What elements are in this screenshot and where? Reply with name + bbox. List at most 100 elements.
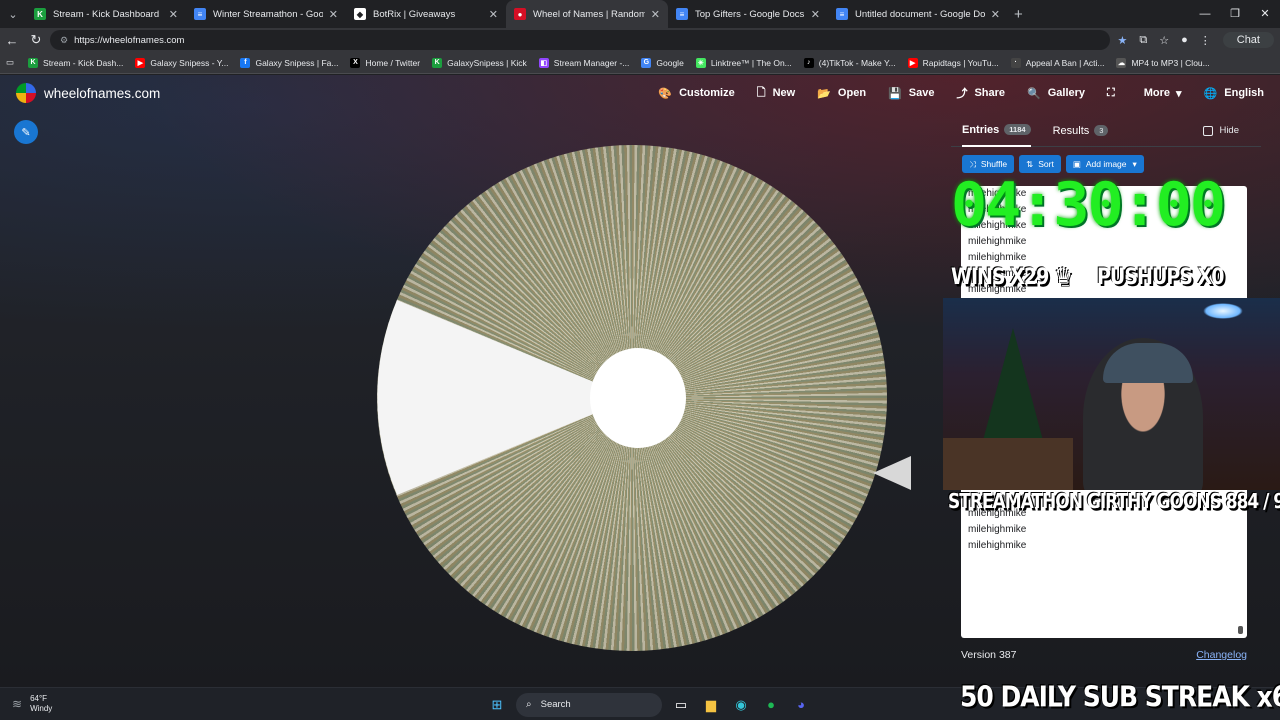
edge-icon[interactable]: ◉	[729, 694, 753, 716]
browser-tab[interactable]: ≡ Winter Streamathon - Google Docs ✕	[186, 0, 346, 28]
spin-wheel[interactable]	[377, 145, 887, 651]
hide-checkbox[interactable]	[1203, 125, 1214, 136]
browser-tab[interactable]: K Stream - Kick Dashboard ✕	[26, 0, 186, 28]
bookmark-favicon: ▶	[135, 57, 146, 68]
profile-avatar[interactable]: ●	[1181, 34, 1188, 46]
chevron-down-icon: ▾	[1132, 158, 1137, 169]
weather-widget[interactable]: ≋ 64°F Windy	[12, 694, 52, 714]
globe-icon: 🌐	[1203, 87, 1218, 100]
image-icon: ▣	[1072, 158, 1081, 169]
close-tab-icon[interactable]: ✕	[169, 8, 178, 21]
discord-icon[interactable]: ◕	[789, 694, 813, 716]
file-explorer-icon[interactable]: ▆	[699, 694, 723, 716]
spotify-icon[interactable]: ●	[759, 694, 783, 716]
new-tab-icon[interactable]: +	[1014, 6, 1023, 23]
menu-item-customize[interactable]: 🎨 Customize	[658, 87, 734, 100]
chevron-down-icon: ▾	[1176, 87, 1182, 100]
menu-item-gallery[interactable]: 🔍 Gallery	[1027, 87, 1085, 100]
bookmark-item[interactable]: ▶ Galaxy Snipess - Y...	[135, 57, 229, 68]
menu-item-label: Customize	[679, 87, 735, 99]
task-view-icon[interactable]: ▭	[669, 694, 693, 716]
close-window-icon[interactable]: ✕	[1250, 0, 1280, 28]
window-controls: — ❐ ✕	[1190, 0, 1280, 28]
browser-tab[interactable]: ◆ BotRix | Giveaways ✕	[346, 0, 506, 28]
menu-item-english[interactable]: 🌐 English	[1204, 87, 1264, 100]
hide-toggle[interactable]: Hide	[1203, 125, 1239, 136]
version-label: Version 387	[961, 649, 1017, 661]
tab-search-icon[interactable]: ⌄	[0, 0, 26, 28]
wheel-hub[interactable]	[590, 348, 686, 448]
tab-results[interactable]: Results 3	[1053, 115, 1109, 147]
bookmark-favicon: G	[641, 57, 652, 68]
tab-title: Winter Streamathon - Google Docs	[213, 8, 323, 20]
site-logo[interactable]: wheelofnames.com	[16, 83, 160, 103]
bookmark-item[interactable]: ◧ Stream Manager -...	[538, 57, 629, 68]
bookmark-item[interactable]: K Stream - Kick Dash...	[28, 57, 123, 68]
menu-item-fullscreen[interactable]: ⛶	[1107, 87, 1122, 100]
chat-label: Chat	[1236, 34, 1260, 46]
menu-item-label: More	[1143, 87, 1171, 99]
chat-button[interactable]: Chat	[1222, 32, 1274, 48]
minimize-icon[interactable]: —	[1190, 0, 1220, 28]
tab-title: Wheel of Names | Random name	[533, 8, 645, 20]
tab-favicon: K	[34, 8, 46, 20]
scrollbar-thumb[interactable]	[1238, 626, 1243, 634]
bookmark-label: Home / Twitter	[365, 57, 421, 68]
shuffle-label: Shuffle	[980, 159, 1008, 169]
reload-icon[interactable]: ↻	[24, 32, 48, 48]
sub-streak-banner: 50 DAILY SUB STREAK x68	[960, 679, 1280, 714]
wins-counter: WINS X29 ♛	[951, 262, 1072, 290]
entry-line: milehighmike	[968, 524, 1027, 535]
search-icon: ⌕	[526, 699, 532, 710]
taskbar-search[interactable]: ⌕ Search	[516, 692, 662, 717]
tab-favicon: ◆	[354, 8, 366, 20]
tab-entries[interactable]: Entries 1184	[962, 115, 1031, 147]
start-icon[interactable]: ⊞	[485, 694, 509, 716]
bookmark-item[interactable]: · Appeal A Ban | Acti...	[1010, 57, 1104, 68]
bookmark-item[interactable]: ♪ (4)TikTok - Make Y...	[803, 57, 896, 68]
close-tab-icon[interactable]: ✕	[329, 8, 338, 21]
favorites-icon[interactable]: ☆	[1159, 34, 1169, 47]
tab-results-label: Results	[1052, 124, 1090, 137]
wheel-logo-icon	[16, 83, 36, 103]
menu-item-share[interactable]: ⤴ Share	[956, 85, 1005, 101]
site-info-icon[interactable]: ⚙	[60, 35, 68, 46]
weather-condition: Windy	[30, 704, 53, 713]
menu-item-open[interactable]: 📂 Open	[817, 87, 866, 100]
edit-pencil-icon[interactable]: ✎	[14, 120, 38, 144]
bookmark-item[interactable]: ☁ MP4 to MP3 | Clou...	[1116, 57, 1210, 68]
bookmark-item[interactable]: ▶ Rapidtags | YouTu...	[907, 57, 999, 68]
palette-icon: 🎨	[658, 87, 673, 100]
bookmark-label: GalaxySnipess | Kick	[447, 57, 527, 68]
close-tab-icon[interactable]: ✕	[651, 8, 660, 21]
restore-icon[interactable]: ❐	[1220, 0, 1250, 28]
menu-item-more[interactable]: More ▾	[1144, 87, 1182, 100]
browser-tab[interactable]: ≡ Top Gifters - Google Docs ✕	[668, 0, 828, 28]
browser-tab[interactable]: ● Wheel of Names | Random name ✕	[506, 0, 668, 28]
bookmark-item[interactable]: f Galaxy Snipess | Fa...	[240, 57, 338, 68]
bookmark-star-icon[interactable]: ★	[1117, 34, 1127, 47]
close-tab-icon[interactable]: ✕	[811, 8, 820, 21]
close-tab-icon[interactable]: ✕	[991, 8, 1000, 21]
changelog-link[interactable]: Changelog	[1196, 649, 1247, 661]
streamathon-timer: 04:30:00	[951, 170, 1226, 240]
bookmark-item[interactable]: G Google	[641, 57, 684, 68]
bookmark-label: Rapidtags | YouTu...	[922, 57, 999, 68]
address-bar[interactable]: ⚙ https://wheelofnames.com	[50, 30, 1110, 50]
browser-menu-icon[interactable]: ⋮	[1200, 34, 1211, 47]
add-image-label: Add image	[1085, 159, 1127, 169]
close-tab-icon[interactable]: ✕	[489, 8, 498, 21]
bookmark-label: Galaxy Snipess - Y...	[150, 57, 229, 68]
bookmark-label: Google	[656, 57, 684, 68]
bookmark-item[interactable]: X Home / Twitter	[350, 57, 421, 68]
extensions-icon[interactable]: ⧉	[1139, 34, 1147, 47]
bookmark-item[interactable]: ✳ Linktree™ | The On...	[695, 57, 792, 68]
bookmarks-menu-icon[interactable]: ▭	[6, 57, 14, 68]
file-icon: 🗋	[756, 86, 766, 99]
back-icon[interactable]: ←	[0, 33, 24, 48]
browser-tab[interactable]: ≡ Untitled document - Google Docs ✕	[828, 0, 1008, 28]
menu-item-new[interactable]: 🗋 New	[757, 84, 795, 103]
menu-item-save[interactable]: 💾 Save	[888, 87, 934, 100]
ceiling-light	[1203, 303, 1243, 319]
bookmark-item[interactable]: K GalaxySnipess | Kick	[432, 57, 527, 68]
